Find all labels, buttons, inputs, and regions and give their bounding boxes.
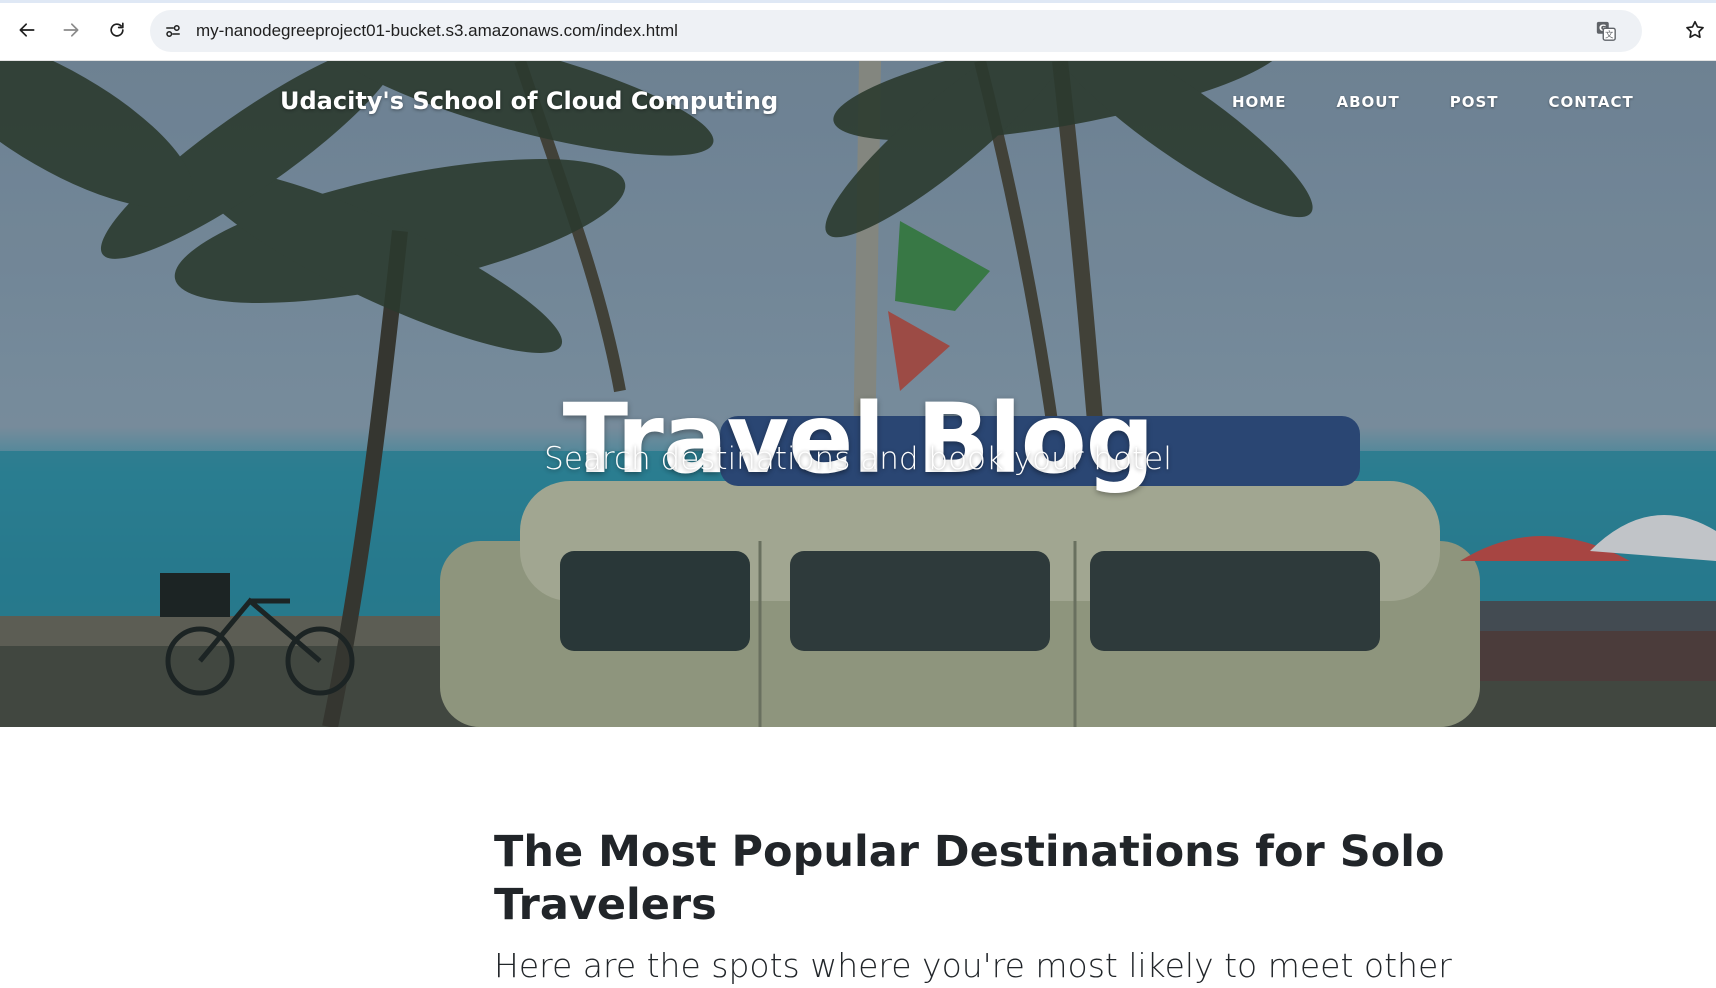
reload-button[interactable] [101, 14, 133, 46]
nav-link-contact[interactable]: CONTACT [1548, 93, 1633, 111]
main-nav: HOME ABOUT POST CONTACT [1232, 93, 1684, 111]
forward-arrow-icon [63, 23, 79, 37]
nav-link-home[interactable]: HOME [1232, 93, 1286, 111]
post-subtitle: Here are the spots where you're most lik… [494, 946, 1452, 985]
site-brand-link[interactable]: Udacity's School of Cloud Computing [280, 87, 778, 115]
back-button[interactable] [11, 14, 43, 46]
browser-toolbar: my-nanodegreeproject01-bucket.s3.amazona… [0, 0, 1716, 61]
forward-button[interactable] [55, 14, 87, 46]
reload-icon [110, 22, 124, 37]
site-info-button[interactable] [158, 16, 188, 46]
tab-strip-edge [0, 0, 1716, 3]
star-icon [1686, 20, 1704, 39]
address-bar[interactable]: my-nanodegreeproject01-bucket.s3.amazona… [150, 10, 1642, 52]
nav-link-about[interactable]: ABOUT [1336, 93, 1399, 111]
hero-banner: Udacity's School of Cloud Computing HOME… [0, 61, 1716, 727]
url-text[interactable]: my-nanodegreeproject01-bucket.s3.amazona… [196, 21, 678, 41]
post-title-link[interactable]: The Most Popular Destinations for Solo T… [494, 826, 1454, 932]
translate-icon: G 文 [1596, 21, 1616, 41]
bookmark-star-button[interactable] [1680, 15, 1710, 45]
svg-text:文: 文 [1605, 29, 1613, 39]
back-arrow-icon [19, 23, 35, 37]
site-info-icon [166, 25, 180, 37]
hero-subtitle: Search destinations and book your hotel [544, 441, 1172, 477]
hero-title: Travel Blog [562, 383, 1155, 496]
translate-button[interactable]: G 文 [1592, 17, 1620, 45]
nav-link-post[interactable]: POST [1450, 93, 1499, 111]
